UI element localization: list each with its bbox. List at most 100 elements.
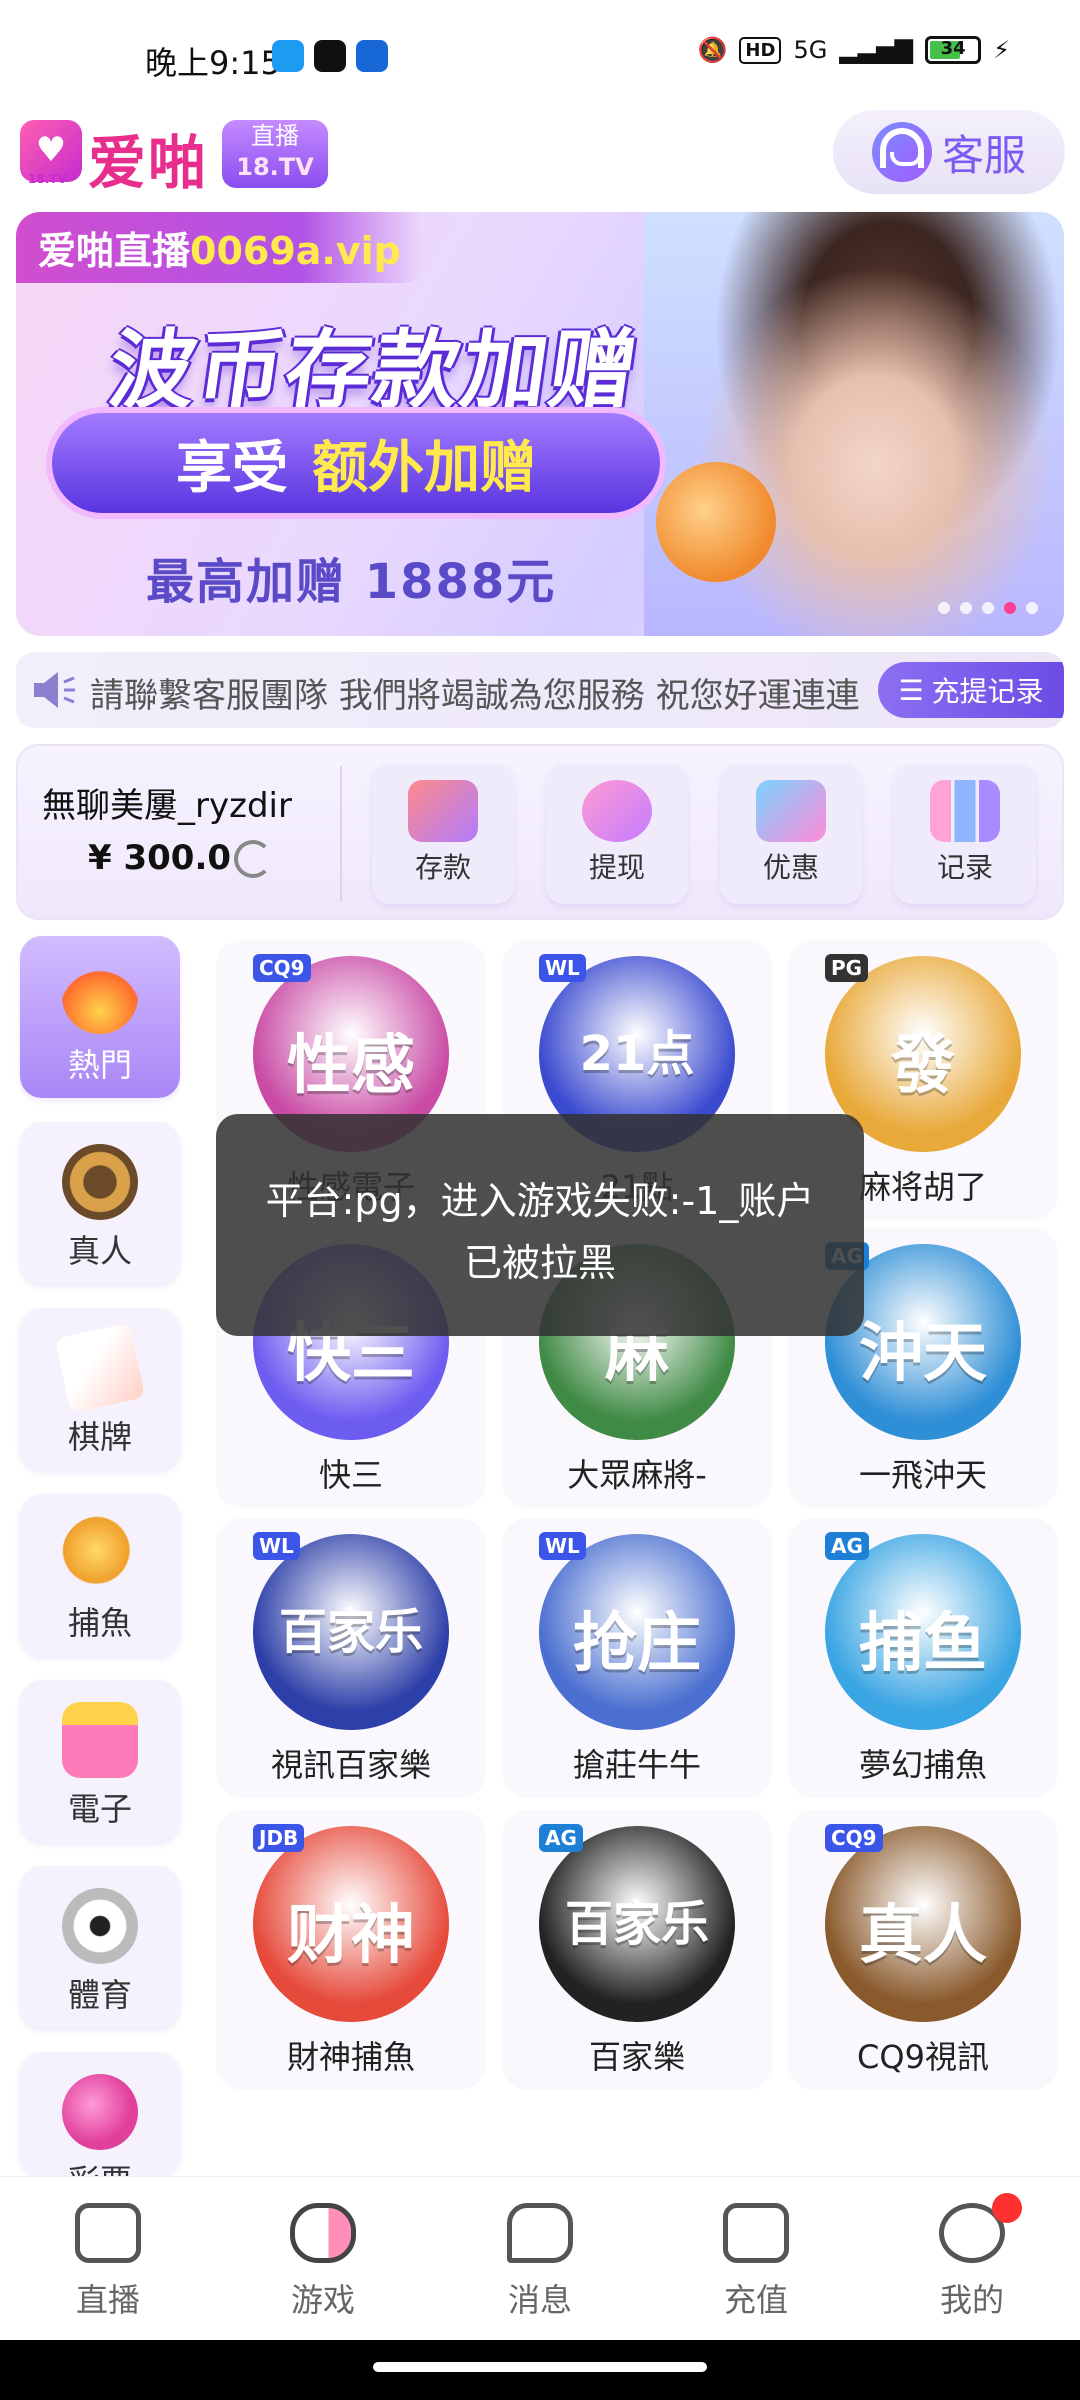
game-label: 一飛沖天: [858, 1456, 987, 1494]
game-card[interactable]: 百家乐 WL 視訊百家樂: [216, 1518, 486, 1798]
records-label: 记录: [936, 851, 993, 884]
game-icon: 百家乐 WL: [253, 1532, 449, 1730]
provider-tag: AG: [825, 1532, 869, 1560]
status-bar: 晚上9:15 🔕 HD 5G ▂▃▅▇ 34 ⚡: [0, 0, 1080, 110]
banner-pagination: [938, 602, 1038, 614]
deposit-button[interactable]: 存款: [372, 764, 514, 904]
category-label: 體育: [67, 1976, 132, 2014]
video-camera-icon: [75, 2203, 141, 2263]
category-hot[interactable]: 熱門: [20, 936, 180, 1098]
game-icon-glyph: 抢庄: [573, 1607, 701, 1681]
list-icon: ☰: [898, 673, 924, 707]
deposit-card-icon: [408, 780, 478, 842]
category-sports[interactable]: 體育: [20, 1866, 180, 2028]
nav-label: 我的: [939, 2281, 1004, 2319]
status-notification-icons: [272, 40, 388, 72]
signal-icon: ▂▃▅▇: [839, 36, 914, 64]
game-icon-glyph: 發: [891, 1029, 955, 1103]
game-icon-glyph: 真人: [859, 1899, 987, 1973]
withdraw-button[interactable]: 提现: [546, 764, 688, 904]
category-lottery[interactable]: 彩票: [20, 2052, 180, 2176]
mute-icon: 🔕: [697, 36, 728, 64]
divider: [340, 766, 342, 902]
home-indicator[interactable]: [373, 2362, 707, 2372]
provider-tag: PG: [825, 954, 869, 982]
game-icon-glyph: 财神: [287, 1899, 415, 1973]
refresh-balance-icon[interactable]: [234, 840, 272, 878]
category-fishing[interactable]: 捕魚: [20, 1494, 180, 1656]
nav-live[interactable]: 直播: [48, 2203, 168, 2321]
nav-profile[interactable]: 我的: [912, 2193, 1032, 2321]
slot-machine-icon: [62, 1702, 138, 1778]
nav-recharge[interactable]: 充值: [696, 2203, 816, 2321]
live-badge-bottom: 18.TV: [236, 153, 314, 181]
game-label: 視訊百家樂: [270, 1746, 431, 1784]
banner-site-prefix: 爱啪直播: [38, 229, 191, 273]
app-notification-icon: [272, 40, 304, 72]
game-card[interactable]: 抢庄 WL 搶莊牛牛: [502, 1518, 772, 1798]
banner-site-url: 0069a.vip: [190, 229, 401, 273]
gamepad-icon: [290, 2203, 356, 2263]
category-label: 捕魚: [67, 1604, 132, 1642]
category-label: 棋牌: [67, 1418, 132, 1456]
provider-tag: CQ9: [825, 1824, 883, 1852]
records-button[interactable]: 记录: [894, 764, 1036, 904]
promotions-button[interactable]: 优惠: [720, 764, 862, 904]
banner-pill-text-1: 享受: [176, 435, 288, 501]
customer-service-button[interactable]: 客服: [833, 110, 1065, 194]
network-label: 5G: [793, 36, 828, 64]
category-cards[interactable]: 棋牌: [20, 1308, 180, 1470]
game-icon: 百家乐 AG: [539, 1824, 735, 2022]
banner-dot-active[interactable]: [1004, 602, 1016, 614]
nav-games[interactable]: 游戏: [263, 2203, 383, 2321]
category-slots[interactable]: 電子: [20, 1680, 180, 1842]
banner-pill-text-2: 额外加赠: [312, 435, 536, 501]
game-card[interactable]: 百家乐 AG 百家樂: [502, 1810, 772, 2090]
game-card[interactable]: 财神 JDB 財神捕魚: [216, 1810, 486, 2090]
charging-icon: ⚡: [993, 36, 1010, 64]
nav-label: 消息: [507, 2281, 572, 2319]
provider-tag: WL: [253, 1532, 300, 1560]
playing-card-icon: [54, 1322, 146, 1414]
banner-dot[interactable]: [938, 602, 950, 614]
game-icon: 真人 CQ9: [825, 1824, 1021, 2022]
nav-label: 游戏: [290, 2281, 355, 2319]
system-nav-bar: [0, 2340, 1080, 2400]
game-icon-glyph: 21点: [579, 1026, 695, 1082]
game-label: 搶莊牛牛: [572, 1746, 701, 1784]
status-system-icons: 🔕 HD 5G ▂▃▅▇ 34 ⚡: [698, 36, 1010, 64]
bluetooth-app-icon: [356, 40, 388, 72]
banner-dot[interactable]: [982, 602, 994, 614]
username: 無聊美屢_ryzdir: [42, 786, 292, 826]
nav-messages[interactable]: 消息: [480, 2203, 600, 2321]
provider-tag: AG: [539, 1824, 583, 1852]
promo-banner[interactable]: 爱啪直播0069a.vip 波币存款加赠 享受 额外加赠 最高加赠 1888元: [16, 212, 1064, 636]
announcement-text: 請聯繫客服團隊 我們將竭誠為您服務 祝您好運連連: [90, 676, 860, 716]
game-card[interactable]: 捕鱼 AG 夢幻捕魚: [788, 1518, 1058, 1798]
live-badge: 直播 18.TV: [222, 120, 328, 188]
battery-icon: 34: [925, 36, 982, 64]
hd-icon: HD: [739, 36, 782, 64]
banner-dot[interactable]: [1026, 602, 1038, 614]
game-icon: 抢庄 WL: [539, 1532, 735, 1730]
error-toast: 平台:pg，进入游戏失败:-1_账户已被拉黑: [216, 1114, 864, 1336]
battery-level: 34: [940, 38, 966, 59]
nav-label: 充值: [723, 2281, 788, 2319]
wallet-icon: [723, 2203, 789, 2263]
nav-label: 直播: [75, 2281, 140, 2319]
casino-chip-icon: [62, 1144, 138, 1220]
game-icon: 捕鱼 AG: [825, 1532, 1021, 1730]
game-card[interactable]: 真人 CQ9 CQ9視訊: [788, 1810, 1058, 2090]
soccer-ball-icon: [62, 1888, 138, 1964]
banner-pill: 享受 额外加赠: [46, 407, 666, 519]
category-live[interactable]: 真人: [20, 1122, 180, 1284]
banner-site-label: 爱啪直播0069a.vip: [16, 212, 423, 283]
game-label: 財神捕魚: [286, 2038, 415, 2076]
provider-tag: CQ9: [253, 954, 311, 982]
record-button-label: 充提记录: [931, 675, 1044, 708]
deposit-withdraw-record-button[interactable]: ☰ 充提记录: [878, 662, 1064, 718]
banner-dot[interactable]: [960, 602, 972, 614]
account-card: 無聊美屢_ryzdir ¥ 300.0 存款 提现 优惠 记录: [16, 744, 1064, 920]
provider-tag: WL: [539, 954, 586, 982]
logo-text: 爱啪: [88, 129, 209, 197]
